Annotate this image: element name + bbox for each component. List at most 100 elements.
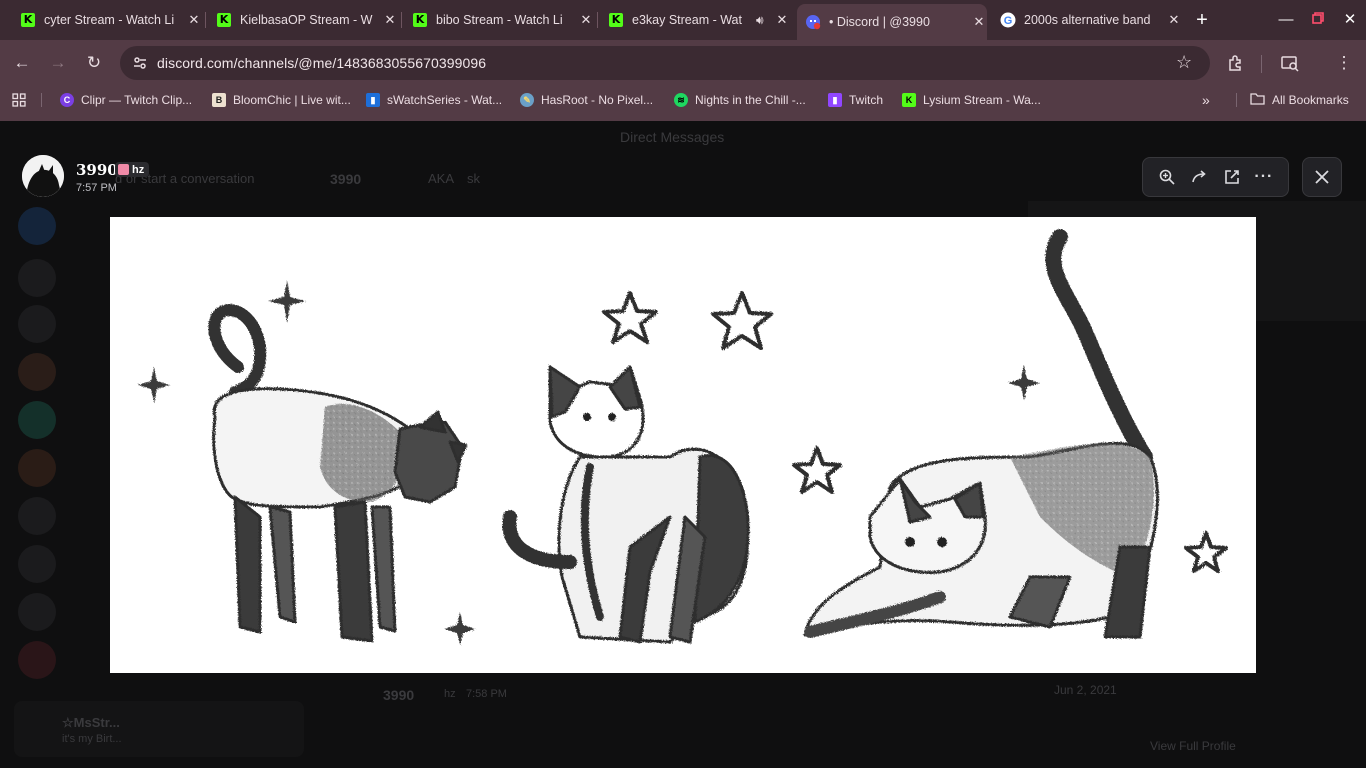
all-bookmarks-label: All Bookmarks [1272,93,1349,107]
browser-tab[interactable]: K KielbasaOP Stream - W ✕ [208,6,398,34]
hasroot-icon: ✎ [520,93,534,107]
bookmark-item[interactable]: ✎ HasRoot - No Pixel... [520,91,653,109]
bookmark-label: Nights in the Chill -... [695,93,806,107]
message-timestamp: 7:57 PM [76,182,117,194]
zoom-in-icon[interactable] [1154,164,1180,190]
server-icon[interactable] [18,545,56,583]
bookmark-item[interactable]: ▮ Twitch [828,91,883,109]
all-bookmarks-folder[interactable]: All Bookmarks [1250,91,1349,109]
cats-doodle-image [110,217,1256,673]
bloomchic-icon: B [212,93,226,107]
aka-label: AKA [428,171,455,186]
minimize-icon[interactable]: — [1274,8,1298,32]
avatar[interactable] [22,155,64,197]
kick-icon: K [216,12,232,28]
user-panel: ☆MsStr... it's my Birt... [14,701,304,757]
spotify-icon: ≋ [674,93,688,107]
bookmark-item[interactable]: K Lysium Stream - Wa... [902,91,1041,109]
browser-tab[interactable]: K bibo Stream - Watch Li ✕ [404,6,594,34]
viewer-username[interactable]: 3990 [76,161,118,179]
server-icon[interactable] [18,449,56,487]
close-tab-icon[interactable]: ✕ [382,12,398,28]
new-tab-button[interactable]: + [1190,8,1214,32]
kick-icon: K [608,12,624,28]
user-tag-label: hz [132,163,145,176]
extensions-icon[interactable] [1224,51,1248,75]
bookmark-label: HasRoot - No Pixel... [541,93,654,107]
bookmark-item[interactable]: B BloomChic | Live wit... [212,91,351,109]
server-icon[interactable] [18,641,56,679]
channel-name: 3990 [330,171,362,187]
close-icon [1315,170,1329,184]
tab-title: e3kay Stream - Wat [632,13,742,27]
bookmark-star-icon[interactable]: ☆ [1176,52,1192,73]
tab-title: • Discord | @3990 [829,15,930,29]
message-tag: hz [444,688,456,700]
cat-illustration [208,304,468,643]
apps-grid-icon[interactable] [12,91,26,109]
close-tab-icon[interactable]: ✕ [186,12,202,28]
bookmark-item[interactable]: ▮ sWatchSeries - Wat... [366,91,502,109]
tab-title: bibo Stream - Watch Li [436,13,563,27]
close-viewer-button[interactable] [1302,157,1342,197]
tag-icon [118,164,129,175]
close-tab-icon[interactable]: ✕ [578,12,594,28]
back-icon[interactable]: ← [10,51,34,75]
url-text: discord.com/channels/@me/148368305567039… [157,55,487,71]
more-bookmarks-icon[interactable]: » [1202,91,1210,109]
server-icon[interactable] [18,207,56,245]
server-icon[interactable] [18,259,56,297]
tab-title: cyter Stream - Watch Li [44,13,175,27]
server-icon[interactable] [18,353,56,391]
discord-icon [805,14,821,30]
bookmark-item[interactable]: C Clipr — Twitch Clip... [60,91,192,109]
user-panel-name: ☆MsStr... [62,715,120,730]
tab-search-icon[interactable] [1278,51,1302,75]
address-bar[interactable]: discord.com/channels/@me/148368305567039… [120,46,1210,80]
browser-tab[interactable]: G 2000s alternative band ✕ [992,6,1182,34]
forward-share-icon[interactable] [1186,164,1212,190]
folder-icon [1250,92,1265,108]
reload-icon[interactable]: ↻ [82,51,106,75]
browser-tab[interactable]: K cyter Stream - Watch Li ✕ [12,6,202,34]
dm-header: Direct Messages [620,129,725,145]
bookmarks-bar: C Clipr — Twitch Clip... B BloomChic | L… [0,86,1366,114]
bookmark-label: Lysium Stream - Wa... [923,93,1041,107]
kick-icon: K [412,12,428,28]
more-options-icon[interactable]: ··· [1251,164,1277,190]
clipr-icon: C [60,93,74,107]
forward-icon[interactable]: → [46,51,70,75]
tab-title: KielbasaOP Stream - W [240,13,373,27]
close-window-icon[interactable]: ✕ [1338,8,1362,32]
menu-dots-icon[interactable]: ⋮ [1332,51,1356,75]
server-icon[interactable] [18,401,56,439]
kick-icon: K [902,93,916,107]
site-info-icon[interactable] [132,55,148,71]
cat-illustration [803,229,1159,639]
message-time: 7:58 PM [466,688,507,700]
server-icon[interactable] [18,497,56,535]
bookmark-label: Clipr — Twitch Clip... [81,93,193,107]
restore-icon[interactable] [1306,8,1330,32]
member-since-date: Jun 2, 2021 [1054,683,1117,697]
user-panel-status: it's my Birt... [62,733,122,745]
cat-illustration [502,365,750,644]
bookmark-label: sWatchSeries - Wat... [387,93,503,107]
close-tab-icon[interactable]: ✕ [774,12,790,28]
browser-tab-active[interactable]: • Discord | @3990 ✕ [797,4,987,40]
bookmark-item[interactable]: ≋ Nights in the Chill -... [674,91,806,109]
twitch-icon: ▮ [828,93,842,107]
browser-tab[interactable]: K e3kay Stream - Wat 🔊︎ ✕ [600,6,790,34]
browser-toolbar: ← → ↻ discord.com/channels/@me/148368305… [0,40,1366,86]
view-profile-link[interactable]: View Full Profile [1150,739,1236,753]
kick-icon: K [20,12,36,28]
message-username: 3990 [383,687,415,703]
open-in-browser-icon[interactable] [1219,164,1245,190]
server-icon[interactable] [18,305,56,343]
speaker-icon[interactable]: 🔊︎ [756,13,774,28]
close-tab-icon[interactable]: ✕ [971,14,987,30]
server-icon[interactable] [18,593,56,631]
user-tag: hz [115,162,150,177]
close-tab-icon[interactable]: ✕ [1166,12,1182,28]
svg-text:G: G [1004,15,1013,27]
